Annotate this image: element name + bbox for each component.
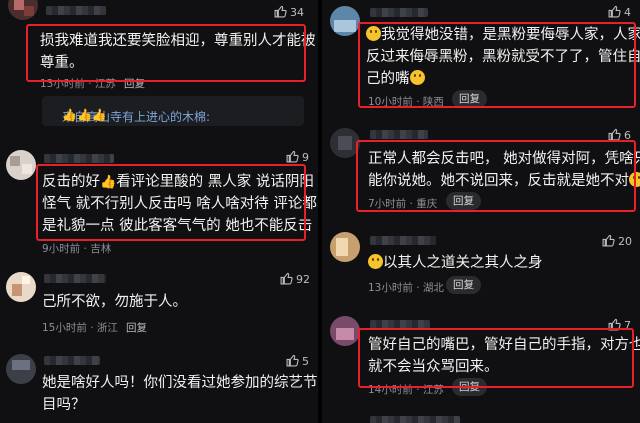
next-comment-blurred: [370, 416, 460, 423]
username-blurred: [44, 154, 114, 163]
username-blurred: [370, 8, 428, 17]
comment-item[interactable]: 6 正常人都会反击吧， 她对做得对阿，凭啥只 能你说她。她不说回来，反击就是她不…: [322, 120, 640, 220]
username-blurred: [370, 236, 436, 245]
comment-item[interactable]: 20 以其人之道关之其人之身 13小时前 · 湖北 回复: [322, 228, 640, 310]
thumbs-up-icon: [286, 354, 299, 367]
comment-text: 己所不欲，勿施于人。: [42, 294, 187, 310]
thumbs-up-icon: [608, 5, 621, 18]
comment-meta: 9小时前 · 吉林: [42, 243, 112, 255]
like-button[interactable]: 92: [280, 272, 310, 286]
thumbs-up-icon: [286, 150, 299, 163]
avatar[interactable]: [330, 316, 360, 346]
avatar[interactable]: [6, 354, 36, 384]
comment-item[interactable]: 9 反击的好👍看评论里酸的 黑人家 说话阴阳 怪气 就不行别人反击吗 啥人啥对待…: [0, 140, 318, 260]
comment-text: 以其人之道关之其人之身: [368, 252, 543, 274]
comment-meta: 15小时前 · 浙江: [42, 322, 118, 334]
comment-item[interactable]: 34 损我难道我还要笑脸相迎，尊重别人才能被 尊重。 13小时前 · 江苏 回复…: [0, 0, 318, 140]
username-blurred: [46, 6, 106, 15]
thumbs-up-icon: [280, 272, 293, 285]
highlight-box: [36, 164, 306, 241]
comment-text-line: 目吗？: [42, 397, 86, 413]
highlight-box: [356, 140, 636, 212]
thumbs-up-icon: [602, 234, 615, 247]
right-comment-panel: 4 我觉得她没错，是黑粉要侮辱人家，人家 反过来侮辱黑粉，黑粉就受不了了，管住自…: [322, 0, 640, 423]
reply-link[interactable]: 回复: [126, 320, 147, 335]
like-button[interactable]: 20: [602, 234, 632, 248]
username-blurred: [44, 274, 106, 283]
sub-reply-preview[interactable]: 来自高山寺有上进心的木棉: 👍👍👍: [42, 96, 304, 126]
comment-item[interactable]: 92 己所不欲，勿施于人。 15小时前 · 浙江 回复: [0, 262, 318, 342]
like-button[interactable]: 5: [286, 354, 309, 368]
thumbs-up-emoji-icon: 👍👍👍: [62, 108, 107, 122]
comment-item[interactable]: 4 我觉得她没错，是黑粉要侮辱人家，人家 反过来侮辱黑粉，黑粉就受不了了，管住自…: [322, 0, 640, 118]
avatar[interactable]: [8, 0, 38, 20]
like-button[interactable]: 4: [608, 5, 631, 19]
highlight-box: [358, 328, 634, 388]
comment-item[interactable]: 7 管好自己的嘴巴，管好自己的手指，对方也 就不会当众骂回来。 14小时前 · …: [322, 312, 640, 423]
avatar[interactable]: [330, 6, 360, 36]
comment-item[interactable]: 5 她是啥好人吗！你们没看过她参加的综艺节 目吗？: [0, 346, 318, 423]
highlight-box: [358, 22, 636, 108]
avatar[interactable]: [6, 272, 36, 302]
left-comment-panel: 34 损我难道我还要笑脸相迎，尊重别人才能被 尊重。 13小时前 · 江苏 回复…: [0, 0, 318, 423]
like-button[interactable]: 9: [286, 150, 309, 164]
like-button[interactable]: 34: [274, 5, 304, 19]
username-blurred: [370, 130, 428, 139]
username-blurred: [44, 356, 100, 365]
comment-text-line: 她是啥好人吗！你们没看过她参加的综艺节: [42, 375, 318, 391]
thumbs-up-icon: [274, 5, 287, 18]
avatar[interactable]: [330, 232, 360, 262]
avatar[interactable]: [6, 150, 36, 180]
laugh-emoji-icon: [368, 254, 383, 269]
comment-meta: 13小时前 · 湖北: [368, 282, 444, 294]
reply-button[interactable]: 回复: [446, 276, 481, 294]
highlight-box: [26, 24, 306, 82]
